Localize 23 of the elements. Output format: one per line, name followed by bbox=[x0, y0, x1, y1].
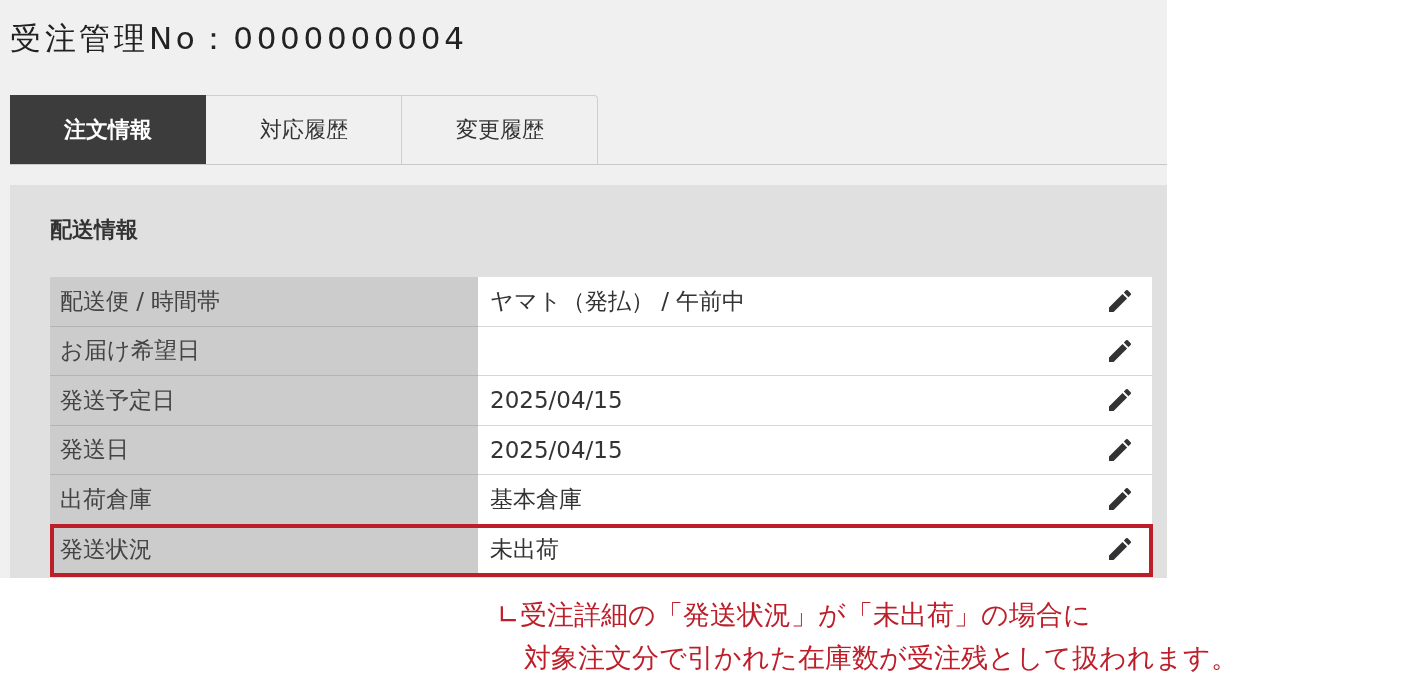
field-label: 配送便 / 時間帯 bbox=[50, 277, 478, 327]
field-value: 2025/04/15 bbox=[490, 436, 623, 463]
pencil-icon[interactable] bbox=[1109, 438, 1131, 461]
field-label: お届け希望日 bbox=[50, 326, 478, 376]
field-value: 未出荷 bbox=[490, 534, 559, 564]
pencil-icon[interactable] bbox=[1109, 488, 1131, 511]
field-label: 発送日 bbox=[50, 425, 478, 475]
section-heading: 配送情報 bbox=[50, 216, 138, 244]
pencil-icon[interactable] bbox=[1109, 290, 1131, 313]
field-value: ヤマト（発払） / 午前中 bbox=[490, 286, 746, 316]
annotation-text: 対象注文分で引かれた在庫数が受注残として扱われます。 bbox=[524, 641, 1238, 675]
tab[interactable]: 変更履歴 bbox=[402, 95, 598, 164]
field-label: 出荷倉庫 bbox=[50, 475, 478, 525]
pencil-icon[interactable] bbox=[1109, 339, 1131, 362]
annotation-text: ∟受注詳細の「発送状況」が「未出荷」の場合に bbox=[497, 598, 1091, 632]
field-value: 基本倉庫 bbox=[490, 484, 582, 514]
pencil-icon[interactable] bbox=[1109, 389, 1131, 412]
field-label: 発送予定日 bbox=[50, 376, 478, 426]
page-title: 受注管理No：0000000004 bbox=[10, 19, 468, 58]
pencil-icon[interactable] bbox=[1109, 538, 1131, 561]
tab[interactable]: 対応履歴 bbox=[206, 95, 402, 164]
field-value: 2025/04/15 bbox=[490, 387, 623, 414]
tab[interactable]: 注文情報 bbox=[10, 95, 206, 164]
